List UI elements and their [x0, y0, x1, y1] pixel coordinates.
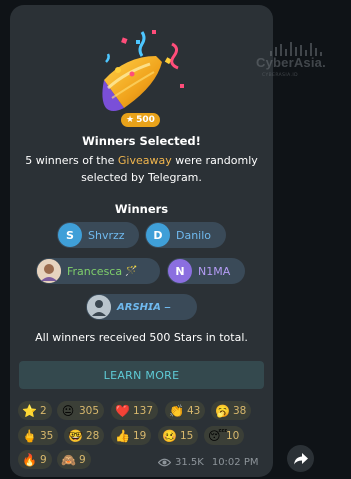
- giveaway-link[interactable]: Giveaway: [118, 154, 172, 167]
- sleeping-face-icon: 😴: [208, 428, 228, 443]
- avatar: D: [146, 223, 170, 247]
- reaction-clap[interactable]: 👏 43: [165, 401, 206, 420]
- clap-icon: 👏: [169, 403, 184, 418]
- reaction-monkey[interactable]: 🙈 9: [57, 450, 91, 469]
- reaction-heart[interactable]: ❤️ 137: [111, 401, 159, 420]
- hand-icon: 🖕: [22, 428, 37, 443]
- winner-name: 𝘼𝙍𝙎𝙃𝙄𝘼 ⎯: [117, 301, 170, 313]
- share-arrow-icon: [293, 452, 308, 464]
- reaction-fire[interactable]: 🔥 9: [18, 450, 52, 469]
- reaction-woozy[interactable]: 🥴 15: [158, 426, 199, 445]
- thumbs-up-icon: 👍: [115, 428, 130, 443]
- watermark-name: CyberAsia.: [256, 55, 326, 70]
- star-icon: ★: [126, 115, 135, 125]
- avatar: S: [58, 223, 82, 247]
- avatar: [37, 259, 61, 283]
- winner-chip[interactable]: 𝘼𝙍𝙎𝙃𝙄𝘼 ⎯: [86, 294, 197, 320]
- share-button[interactable]: [287, 445, 314, 472]
- winner-chip[interactable]: Francesca 🪄: [36, 258, 160, 284]
- eye-icon: [158, 458, 171, 467]
- winner-name: Francesca: [67, 264, 123, 278]
- heart-icon: ❤️: [115, 403, 130, 418]
- winners-summary: All winners received 500 Stars in total.: [35, 331, 248, 344]
- stars-badge-value: 500: [136, 115, 155, 125]
- winner-chip[interactable]: N N1MA: [167, 258, 245, 284]
- winner-chip[interactable]: S Shvrzz: [57, 222, 139, 248]
- reaction-yawn[interactable]: 🥱 38: [211, 401, 252, 420]
- monkey-icon: 🙈: [61, 452, 76, 467]
- reaction-star[interactable]: ⭐ 2: [18, 401, 52, 420]
- reaction-hand[interactable]: 🖕 35: [18, 426, 59, 445]
- nerd-icon: 🤓: [68, 428, 83, 443]
- watermark-logo: CyberAsia. CYBERASIA.ID: [256, 42, 334, 92]
- giveaway-title: Winners Selected!: [82, 134, 201, 148]
- yawn-icon: 🥱: [215, 403, 230, 418]
- learn-more-button[interactable]: LEARN MORE: [19, 361, 264, 389]
- winner-name: N1MA: [198, 264, 231, 278]
- message-time: 10:02 PM: [211, 457, 259, 468]
- reaction-sleeping[interactable]: 😴 10: [204, 426, 245, 445]
- winner-name: Shvrzz: [88, 228, 125, 242]
- message-meta: 31.5K 10:02 PM: [158, 457, 258, 468]
- reaction-nerd[interactable]: 🤓 28: [64, 426, 105, 445]
- avatar: [87, 295, 111, 319]
- woozy-face-icon: 🥴: [162, 428, 177, 443]
- fire-icon: 🔥: [22, 452, 37, 467]
- giveaway-description: 5 winners of the Giveaway were randomly …: [25, 154, 258, 184]
- winner-name: Danilo: [176, 228, 212, 242]
- wand-emoji: 🪄: [125, 265, 138, 277]
- reaction-neutral[interactable]: 😐 305: [57, 401, 105, 420]
- reaction-thumbs-up[interactable]: 👍 19: [111, 426, 152, 445]
- star-icon: ⭐: [22, 403, 37, 418]
- winners-heading: Winners: [114, 202, 169, 216]
- party-popper-icon: [102, 30, 184, 111]
- neutral-face-icon: 😐: [61, 403, 75, 418]
- view-count: 31.5K: [175, 457, 204, 468]
- avatar: N: [168, 259, 192, 283]
- watermark-subtitle: CYBERASIA.ID: [262, 73, 298, 78]
- winner-chip[interactable]: D Danilo: [145, 222, 226, 248]
- stars-badge: ★ 500: [121, 113, 160, 127]
